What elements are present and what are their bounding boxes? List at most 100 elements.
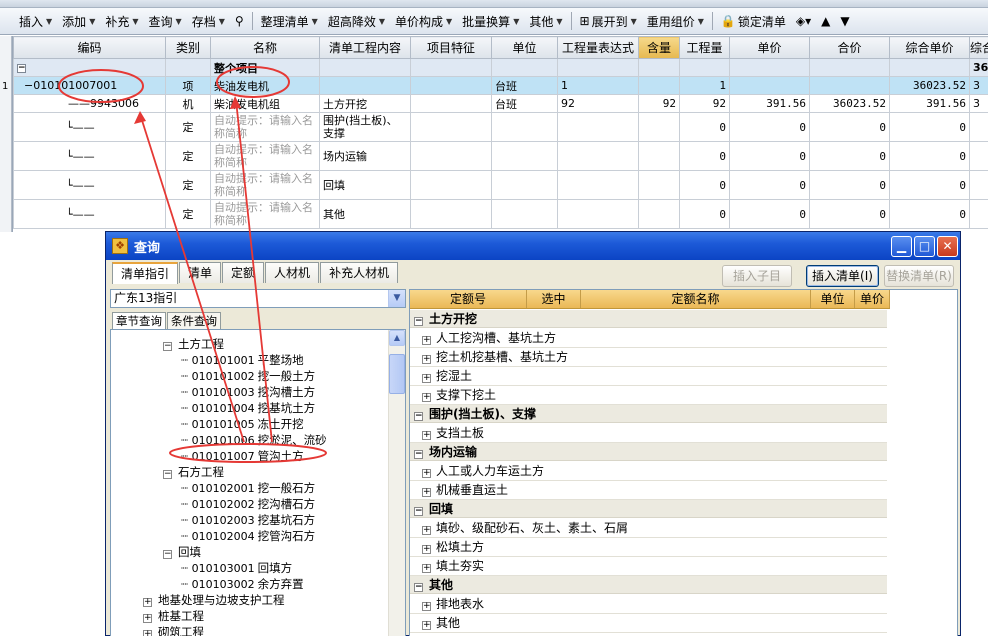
table-row[interactable]: −010101007001 项柴油发电机 台班 1 1 36023.52 3 bbox=[13, 76, 988, 95]
column-header-12[interactable]: 综合 bbox=[969, 36, 988, 59]
qty-cell[interactable]: 0 bbox=[679, 170, 730, 200]
price-cell[interactable]: 0 bbox=[729, 199, 810, 229]
quota-list-item[interactable]: + 挖土机挖基槽、基坑土方 bbox=[410, 348, 887, 367]
column-header-3[interactable]: 清单工程内容 bbox=[319, 36, 411, 59]
content_qty-cell[interactable]: 92 bbox=[638, 94, 680, 113]
name-cell[interactable]: 自动提示：请输入名称简称 bbox=[210, 170, 320, 200]
toolbar-item-0[interactable]: 插入 ▼ bbox=[14, 10, 57, 32]
tail-cell[interactable]: 3 bbox=[969, 76, 988, 95]
column-header-5[interactable]: 单位 bbox=[491, 36, 558, 59]
tree-leaf[interactable]: ┈ 010101003 挖沟槽土方 bbox=[181, 384, 315, 400]
expr-cell[interactable] bbox=[557, 170, 639, 200]
category-cell[interactable]: 项 bbox=[165, 76, 211, 95]
collapse-icon[interactable]: − bbox=[17, 63, 26, 73]
collapse-icon[interactable]: − bbox=[414, 450, 423, 459]
quota-list-item[interactable]: + 支撑下挖土 bbox=[410, 386, 887, 405]
quota-column-header-2[interactable]: 定额名称 bbox=[581, 290, 811, 308]
content-cell[interactable]: 围护(挡土板)、支撑 bbox=[319, 112, 411, 142]
column-header-4[interactable]: 项目特征 bbox=[410, 36, 492, 59]
name-cell[interactable]: 自动提示：请输入名称简称 bbox=[210, 199, 320, 229]
category-cell[interactable]: 机 bbox=[165, 94, 211, 113]
expr-cell[interactable] bbox=[557, 199, 639, 229]
expand-icon[interactable]: + bbox=[143, 598, 152, 607]
move-down-icon[interactable]: ▼ bbox=[835, 10, 854, 32]
quota-list-item[interactable]: + 其他 bbox=[410, 614, 887, 633]
expand-icon[interactable]: + bbox=[422, 526, 431, 535]
category-cell[interactable]: 定 bbox=[165, 170, 211, 200]
quota-group-row[interactable]: − 围护(挡土板)、支撑 bbox=[410, 405, 887, 423]
feature-cell[interactable] bbox=[410, 112, 492, 142]
scroll-up-icon[interactable]: ▲ bbox=[389, 330, 405, 346]
toolbar-item-12[interactable]: 🔒 锁定清单 bbox=[716, 10, 791, 32]
expand-icon[interactable]: + bbox=[143, 630, 152, 636]
content_qty-cell[interactable] bbox=[638, 76, 680, 95]
quota-column-header-1[interactable]: 选中 bbox=[527, 290, 581, 308]
toolbar-item-4[interactable]: 存档 ▼ bbox=[187, 10, 230, 32]
tree-leaf[interactable]: ┈ 010101004 挖基坑土方 bbox=[181, 400, 315, 416]
code-cell[interactable]: └—— bbox=[13, 141, 166, 171]
unit-cell[interactable] bbox=[491, 199, 558, 229]
tree-collapse-icon[interactable]: − bbox=[24, 79, 33, 92]
table-row[interactable]: └—— 定自动提示：请输入名称简称 场内运输 0 0 0 0 bbox=[13, 141, 988, 171]
toolbar-item-7[interactable]: 单价构成 ▼ bbox=[390, 10, 457, 32]
tail-cell[interactable] bbox=[969, 199, 988, 229]
collapse-icon[interactable]: − bbox=[414, 583, 423, 592]
collapse-icon[interactable]: − bbox=[163, 342, 172, 351]
table-row[interactable]: ——9943006 机柴油发电机组 土方开挖 台班 92 92 92 391.56 36023.… bbox=[13, 94, 988, 113]
dialog-tab-1[interactable]: 清单 bbox=[179, 262, 222, 283]
quota-list-item[interactable]: + 机械垂直运土 bbox=[410, 481, 887, 500]
unit-cell[interactable]: 台班 bbox=[491, 94, 558, 113]
tree-node[interactable]: − 土方工程 bbox=[163, 336, 224, 352]
expand-icon[interactable]: + bbox=[422, 621, 431, 630]
expand-icon[interactable]: + bbox=[143, 614, 152, 623]
unit-cell[interactable]: 台班 bbox=[491, 76, 558, 95]
column-header-1[interactable]: 类别 bbox=[165, 36, 211, 59]
collapse-icon[interactable]: − bbox=[414, 317, 423, 326]
comp_price-cell[interactable]: 391.56 bbox=[889, 94, 970, 113]
code-cell[interactable]: └—— bbox=[13, 199, 166, 229]
dialog-tab-3[interactable]: 人材机 bbox=[265, 262, 320, 283]
dialog-tab-4[interactable]: 补充人材机 bbox=[320, 262, 399, 283]
price-cell[interactable] bbox=[729, 76, 810, 95]
left-tab-1[interactable]: 条件查询 bbox=[167, 312, 221, 329]
collapse-icon[interactable]: − bbox=[163, 470, 172, 479]
tree-node[interactable]: − 回填 bbox=[163, 544, 201, 560]
expand-icon[interactable]: + bbox=[422, 431, 431, 440]
toolbar-item-11[interactable]: 重用组价 ▼ bbox=[642, 10, 709, 32]
content-cell[interactable]: 其他 bbox=[319, 199, 411, 229]
chevron-down-icon[interactable]: ▼ bbox=[388, 290, 405, 307]
expand-icon[interactable]: + bbox=[422, 374, 431, 383]
expr-cell[interactable]: 1 bbox=[557, 76, 639, 95]
price-cell[interactable]: 0 bbox=[729, 170, 810, 200]
price-cell[interactable]: 0 bbox=[729, 141, 810, 171]
insert-list-button[interactable]: 插入清单(I) bbox=[806, 265, 879, 287]
feature-cell[interactable] bbox=[410, 199, 492, 229]
quota-list-item[interactable]: + 挖湿土 bbox=[410, 367, 887, 386]
comp_price-cell[interactable]: 36023.52 bbox=[889, 76, 970, 95]
code-cell[interactable]: └—— bbox=[13, 170, 166, 200]
comp_price-cell[interactable]: 0 bbox=[889, 170, 970, 200]
quota-list-item[interactable]: + 支挡土板 bbox=[410, 424, 887, 443]
tree-leaf[interactable]: ┈ 010101001 平整场地 bbox=[181, 352, 304, 368]
toolbar-item-6[interactable]: 超高降效 ▼ bbox=[323, 10, 390, 32]
collapse-icon[interactable]: − bbox=[414, 507, 423, 516]
feature-cell[interactable] bbox=[410, 170, 492, 200]
content-cell[interactable]: 回填 bbox=[319, 170, 411, 200]
minimize-button[interactable]: ▁ bbox=[891, 236, 912, 257]
maximize-button[interactable]: □ bbox=[914, 236, 935, 257]
tree-leaf[interactable]: ┈ 010101006 挖淤泥、流砂 bbox=[181, 432, 327, 448]
dialog-title-bar[interactable]: ❖ 查询 bbox=[106, 232, 960, 260]
expand-icon[interactable]: + bbox=[422, 564, 431, 573]
category-cell[interactable]: 定 bbox=[165, 112, 211, 142]
column-header-2[interactable]: 名称 bbox=[210, 36, 320, 59]
unit-cell[interactable] bbox=[491, 112, 558, 142]
tree-leaf[interactable]: ┈ 010103001 回填方 bbox=[181, 560, 292, 576]
code-cell[interactable]: ——9943006 bbox=[13, 94, 166, 113]
tree-leaf[interactable]: ┈ 010102002 挖沟槽石方 bbox=[181, 496, 315, 512]
qty-cell[interactable]: 0 bbox=[679, 112, 730, 142]
expand-icon[interactable]: + bbox=[422, 355, 431, 364]
toolbar-item-9[interactable]: 其他 ▼ bbox=[524, 10, 567, 32]
column-header-11[interactable]: 综合单价 bbox=[889, 36, 970, 59]
toolbar-item-1[interactable]: 添加 ▼ bbox=[57, 10, 100, 32]
comp_price-cell[interactable]: 0 bbox=[889, 141, 970, 171]
